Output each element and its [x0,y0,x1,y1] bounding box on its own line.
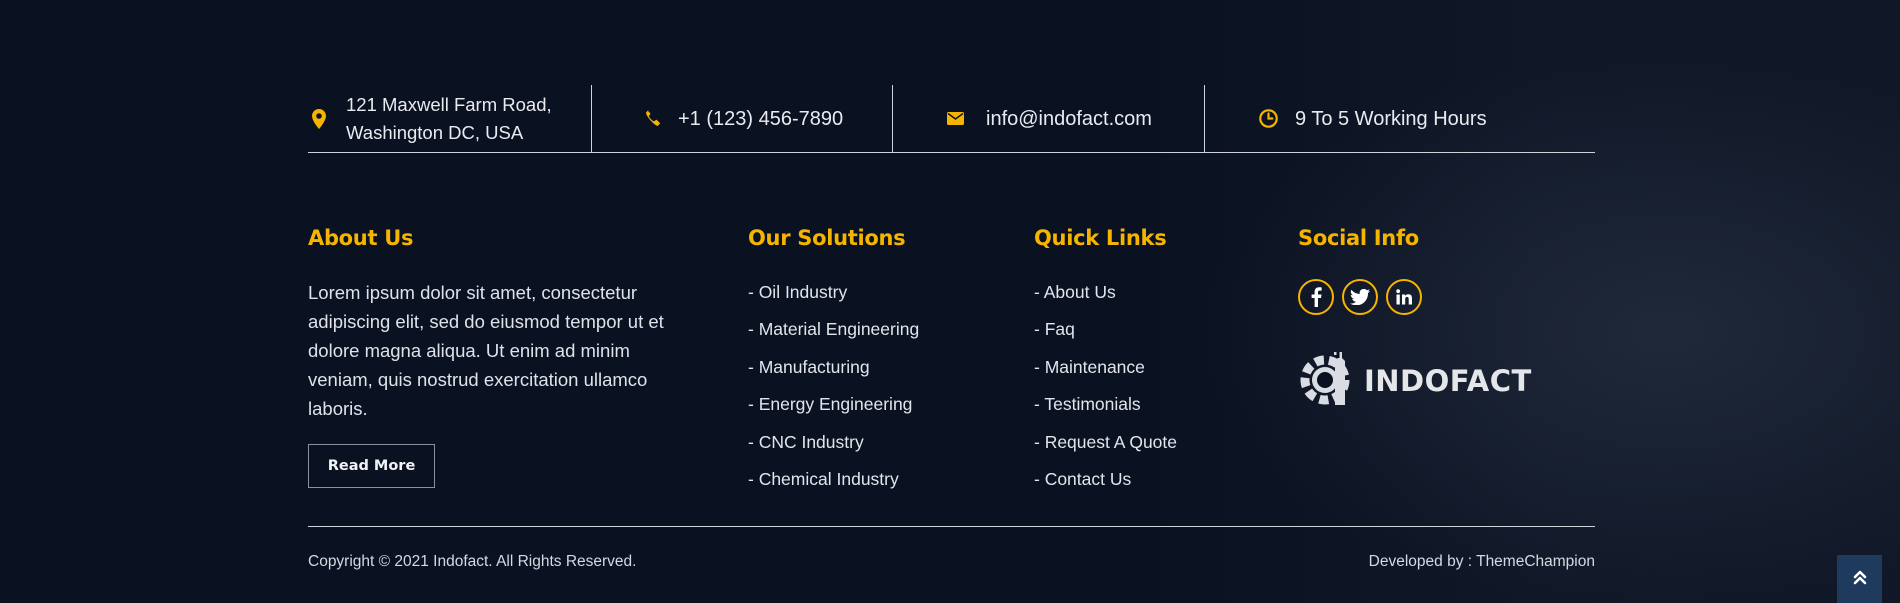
address-line-1: 121 Maxwell Farm Road, [346,93,552,115]
social-icons [1298,279,1422,315]
email-text[interactable]: info@indofact.com [986,105,1152,133]
phone-icon [642,108,664,130]
divider [308,526,1595,527]
quick-link-about-us[interactable]: - About Us [1034,278,1177,315]
solutions-link-cnc-industry[interactable]: - CNC Industry [748,428,919,465]
read-more-button[interactable]: Read More [308,444,435,488]
double-chevron-up-icon [1853,569,1867,590]
twitter-icon[interactable] [1342,279,1378,315]
contact-hours: 9 To 5 Working Hours [1257,85,1487,152]
divider [591,85,592,152]
copyright-text: Copyright © 2021 Indofact. All Rights Re… [308,553,637,570]
solutions-link-material-engineering[interactable]: - Material Engineering [748,315,919,352]
address-line-2: Washington DC, USA [346,121,524,143]
about-text: Lorem ipsum dolor sit amet, consectetur … [308,282,664,419]
social-title: Social Info [1298,226,1419,250]
quick-link-request-a-quote[interactable]: - Request A Quote [1034,428,1177,465]
clock-icon [1257,108,1279,130]
quick-links-title: Quick Links [1034,226,1167,250]
facebook-icon[interactable] [1298,279,1334,315]
solutions-link-oil-industry[interactable]: - Oil Industry [748,278,919,315]
quick-link-faq[interactable]: - Faq [1034,315,1177,352]
solutions-link-energy-engineering[interactable]: - Energy Engineering [748,390,919,427]
quick-link-contact-us[interactable]: - Contact Us [1034,465,1177,502]
scroll-to-top-button[interactable] [1837,555,1882,603]
quick-link-testimonials[interactable]: - Testimonials [1034,390,1177,427]
about-title: About Us [308,226,414,250]
contact-email: info@indofact.com [944,85,1152,152]
footer: 121 Maxwell Farm Road, Washington DC, US… [308,0,1595,603]
indofact-logo[interactable]: INDOFACT [1298,348,1532,413]
hours-text: 9 To 5 Working Hours [1295,107,1487,130]
envelope-icon [944,108,966,130]
solutions-list: - Oil Industry - Material Engineering - … [748,278,919,502]
address-text: 121 Maxwell Farm Road, Washington DC, US… [346,91,552,147]
solutions-link-manufacturing[interactable]: - Manufacturing [748,353,919,390]
solutions-title: Our Solutions [748,226,906,250]
contact-address: 121 Maxwell Farm Road, Washington DC, US… [308,85,552,152]
quick-link-maintenance[interactable]: - Maintenance [1034,353,1177,390]
contact-phone: +1 (123) 456-7890 [642,85,843,152]
map-marker-icon [308,108,330,130]
linkedin-icon[interactable] [1386,279,1422,315]
contact-bar: 121 Maxwell Farm Road, Washington DC, US… [308,85,1595,153]
gear-wrench-logo-icon [1298,348,1358,413]
quick-links-list: - About Us - Faq - Maintenance - Testimo… [1034,278,1177,502]
divider [892,85,893,152]
phone-text[interactable]: +1 (123) 456-7890 [678,105,843,133]
divider [1204,85,1205,152]
solutions-link-chemical-industry[interactable]: - Chemical Industry [748,465,919,502]
developed-by-text[interactable]: Developed by : ThemeChampion [1369,553,1595,571]
logo-text: INDOFACT [1364,363,1532,398]
